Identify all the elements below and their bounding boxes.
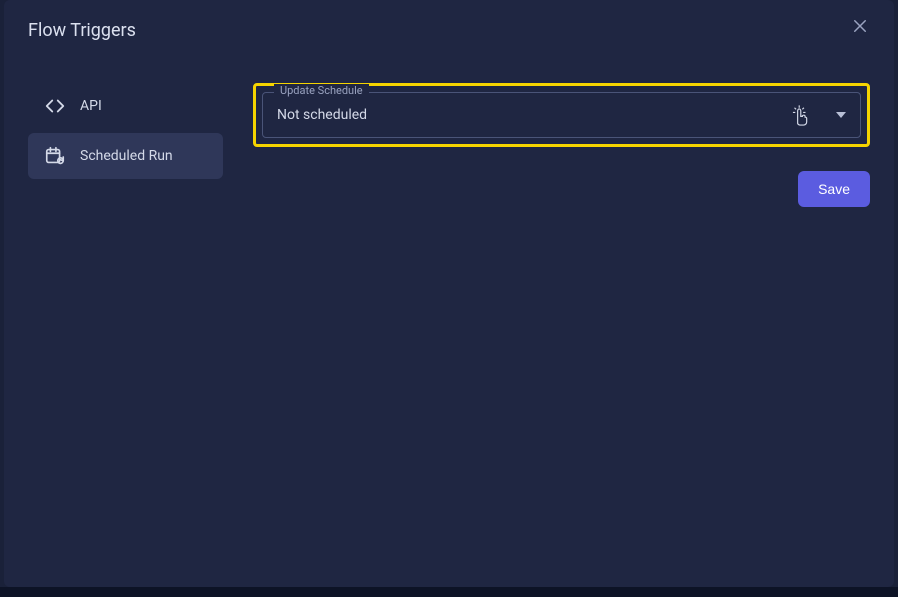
highlight-box: Update Schedule Not scheduled <box>253 83 870 147</box>
select-label: Update Schedule <box>274 84 369 97</box>
close-button[interactable] <box>848 16 872 40</box>
save-button[interactable]: Save <box>798 171 870 207</box>
trigger-type-sidebar: API Scheduled Run <box>28 83 223 207</box>
chevron-down-icon <box>836 110 846 120</box>
update-schedule-field: Update Schedule Not scheduled <box>262 92 861 138</box>
code-icon <box>44 95 66 117</box>
modal-content: API Scheduled Run <box>4 53 894 207</box>
modal-title: Flow Triggers <box>28 20 136 41</box>
background-strip <box>0 587 898 597</box>
sidebar-item-scheduled-run[interactable]: Scheduled Run <box>28 133 223 179</box>
select-value: Not scheduled <box>277 107 836 123</box>
sidebar-item-api[interactable]: API <box>28 83 223 129</box>
close-icon <box>851 17 869 39</box>
actions-row: Save <box>253 171 870 207</box>
sidebar-item-label: Scheduled Run <box>80 148 173 164</box>
schedule-panel: Update Schedule Not scheduled <box>253 83 870 207</box>
update-schedule-select[interactable]: Not scheduled <box>262 92 861 138</box>
flow-triggers-modal: Flow Triggers API <box>4 0 894 587</box>
modal-header: Flow Triggers <box>4 0 894 53</box>
calendar-refresh-icon <box>44 145 66 167</box>
sidebar-item-label: API <box>80 98 102 114</box>
